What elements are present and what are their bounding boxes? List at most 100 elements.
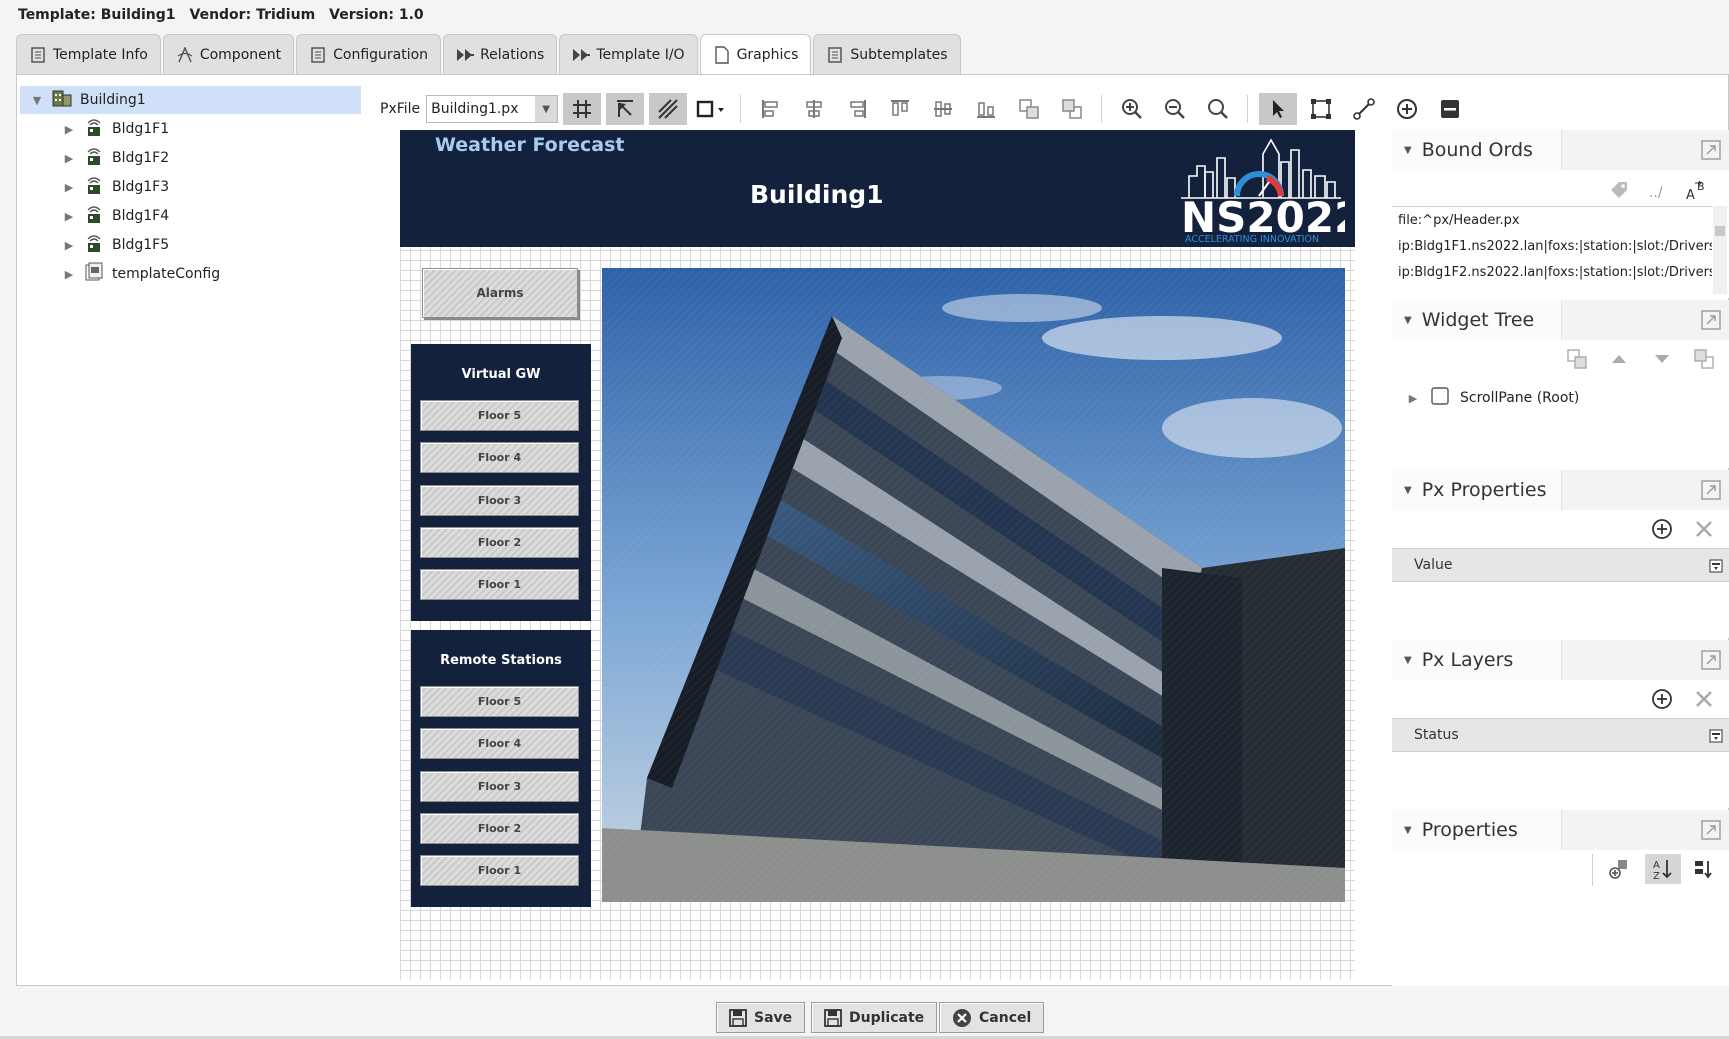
tab-relations[interactable]: Relations xyxy=(443,34,558,74)
tree-item-bldg1f5[interactable]: ▶ Bldg1F5 xyxy=(62,231,169,259)
vendor-info: Vendor: Tridium xyxy=(189,7,316,23)
tree-item-bldg1f4[interactable]: ▶ Bldg1F4 xyxy=(62,202,169,230)
remote-floor-5-button[interactable]: Floor 5 xyxy=(420,686,579,717)
zoom-out-button[interactable] xyxy=(1156,93,1194,125)
caret-down-icon: ▼ xyxy=(1404,484,1412,496)
zoom-reset-button[interactable] xyxy=(1199,93,1237,125)
move-up-icon[interactable] xyxy=(1606,346,1632,372)
hatch-button[interactable] xyxy=(649,93,688,125)
align-left-button[interactable] xyxy=(752,93,790,125)
widget-tree-root[interactable]: ▶ ScrollPane (Root) xyxy=(1406,386,1579,410)
px-properties-tab[interactable]: ▼ Px Properties xyxy=(1392,470,1562,510)
add-circle-icon[interactable] xyxy=(1649,686,1675,712)
close-icon[interactable] xyxy=(1691,686,1717,712)
tag-icon[interactable] xyxy=(1606,178,1632,204)
expand-icon[interactable] xyxy=(1701,310,1721,330)
properties-tab[interactable]: ▼ Properties xyxy=(1392,810,1562,850)
rename-ab-icon[interactable]: AB xyxy=(1684,178,1710,204)
link-tool-button[interactable] xyxy=(1345,93,1383,125)
graphics-canvas[interactable]: Weather Forecast Building1 NS202 ACCELER… xyxy=(400,130,1363,980)
collapsed-arrow-icon[interactable]: ▶ xyxy=(62,238,76,252)
collapsed-arrow-icon[interactable]: ▶ xyxy=(62,122,76,136)
shape-dropdown-button[interactable] xyxy=(692,93,730,125)
alarms-button[interactable]: Alarms xyxy=(422,268,578,318)
align-center-button[interactable] xyxy=(795,93,833,125)
cancel-button[interactable]: Cancel xyxy=(939,1002,1045,1033)
tree-item-templateconfig[interactable]: ▶ templateConfig xyxy=(62,260,220,288)
cancel-icon xyxy=(953,1008,971,1027)
collapsed-arrow-icon[interactable]: ▶ xyxy=(62,267,76,281)
transform-tool-button[interactable] xyxy=(1302,93,1340,125)
virtual-gw-floor-2-button[interactable]: Floor 2 xyxy=(420,527,579,558)
zoom-in-button[interactable] xyxy=(1113,93,1151,125)
align-right-button[interactable] xyxy=(838,93,876,125)
layer-up-icon[interactable] xyxy=(1564,346,1590,372)
layer-down-icon[interactable] xyxy=(1691,346,1717,372)
sort-category-icon[interactable] xyxy=(1691,856,1717,882)
column-chooser-icon[interactable] xyxy=(1709,559,1723,573)
remote-floor-4-button[interactable]: Floor 4 xyxy=(420,728,579,759)
add-circle-icon[interactable] xyxy=(1649,516,1675,542)
align-bottom-button[interactable] xyxy=(967,93,1005,125)
tree-item-bldg1f2[interactable]: ▶ Bldg1F2 xyxy=(62,144,169,172)
chevron-down-icon[interactable]: ▼ xyxy=(535,96,558,122)
tab-graphics[interactable]: Graphics xyxy=(699,34,812,74)
close-icon[interactable] xyxy=(1691,516,1717,542)
remote-floor-2-button[interactable]: Floor 2 xyxy=(420,813,579,844)
add-property-icon[interactable] xyxy=(1606,856,1632,882)
expanded-arrow-icon[interactable]: ▼ xyxy=(30,93,44,107)
remote-floor-1-button[interactable]: Floor 1 xyxy=(420,855,579,886)
station-icon xyxy=(84,204,104,228)
tab-template-io[interactable]: Template I/O xyxy=(559,34,698,74)
pxfile-select[interactable]: Building1.px ▼ xyxy=(426,95,559,123)
remove-widget-button[interactable] xyxy=(1431,93,1469,125)
tab-component[interactable]: Component xyxy=(162,34,295,74)
expand-icon[interactable] xyxy=(1701,820,1721,840)
collapsed-arrow-icon[interactable]: ▶ xyxy=(62,180,76,194)
select-tool-button[interactable] xyxy=(1259,93,1298,125)
save-button[interactable]: Save xyxy=(716,1002,806,1033)
bring-to-front-button[interactable] xyxy=(1010,93,1048,125)
bound-ords-tab[interactable]: ▼ Bound Ords xyxy=(1392,130,1562,170)
expand-icon[interactable] xyxy=(1701,650,1721,670)
move-down-icon[interactable] xyxy=(1649,346,1675,372)
list-item[interactable]: ip:Bldg1F1.ns2022.lan|foxs:|station:|slo… xyxy=(1392,233,1712,259)
px-layers-tab[interactable]: ▼ Px Layers xyxy=(1392,640,1562,680)
tab-template-info[interactable]: Template Info xyxy=(16,34,161,74)
px-properties-value-column[interactable]: Value xyxy=(1392,548,1729,582)
align-middle-button[interactable] xyxy=(924,93,962,125)
tab-configuration[interactable]: Configuration xyxy=(296,34,442,74)
weather-forecast-link[interactable]: Weather Forecast xyxy=(435,134,624,156)
duplicate-button[interactable]: Duplicate xyxy=(811,1002,938,1033)
relative-path-icon[interactable]: ../ xyxy=(1645,178,1671,204)
collapsed-arrow-icon[interactable]: ▶ xyxy=(1406,391,1420,405)
widget-tree-tab[interactable]: ▼ Widget Tree xyxy=(1392,300,1562,340)
align-top-button[interactable] xyxy=(881,93,919,125)
snap-button[interactable] xyxy=(606,93,645,125)
tree-item-bldg1f1[interactable]: ▶ Bldg1F1 xyxy=(62,115,169,143)
list-item[interactable]: file:^px/Header.px xyxy=(1392,207,1712,233)
list-item[interactable]: ip:Bldg1F2.ns2022.lan|foxs:|station:|slo… xyxy=(1392,259,1712,285)
remote-floor-3-button[interactable]: Floor 3 xyxy=(420,771,579,802)
bound-ords-scrollbar[interactable] xyxy=(1713,206,1727,294)
station-icon xyxy=(84,117,104,141)
px-layers-status-column[interactable]: Status xyxy=(1392,718,1729,752)
expand-icon[interactable] xyxy=(1701,480,1721,500)
column-chooser-icon[interactable] xyxy=(1709,729,1723,743)
tree-item-bldg1f3[interactable]: ▶ Bldg1F3 xyxy=(62,173,169,201)
expand-icon[interactable] xyxy=(1701,140,1721,160)
properties-header: ▼ Properties xyxy=(1392,810,1729,850)
grid-toggle-button[interactable] xyxy=(563,93,602,125)
virtual-gw-floor-4-button[interactable]: Floor 4 xyxy=(420,442,579,473)
template-header: Template: Building1 Vendor: Tridium Vers… xyxy=(18,5,424,25)
collapsed-arrow-icon[interactable]: ▶ xyxy=(62,151,76,165)
tab-subtemplates[interactable]: Subtemplates xyxy=(813,34,961,74)
collapsed-arrow-icon[interactable]: ▶ xyxy=(62,209,76,223)
virtual-gw-floor-5-button[interactable]: Floor 5 xyxy=(420,400,579,431)
add-widget-button[interactable] xyxy=(1388,93,1426,125)
virtual-gw-floor-3-button[interactable]: Floor 3 xyxy=(420,485,579,516)
tree-item-building1[interactable]: ▼ Building1 xyxy=(20,86,361,114)
virtual-gw-floor-1-button[interactable]: Floor 1 xyxy=(420,569,579,600)
send-to-back-button[interactable] xyxy=(1053,93,1091,125)
sort-az-icon[interactable]: AZ xyxy=(1645,854,1681,884)
